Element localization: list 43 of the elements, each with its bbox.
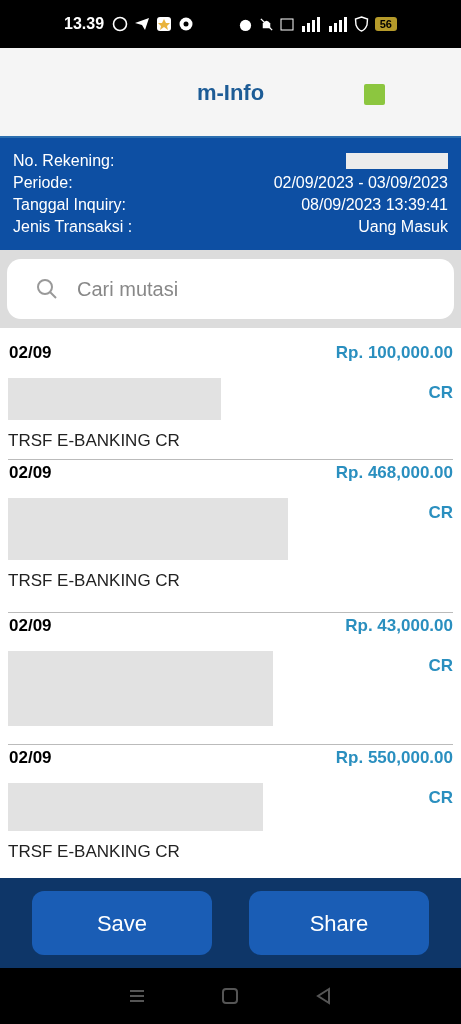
info-label: Tanggal Inquiry: <box>13 195 126 215</box>
transaction-amount: Rp. 468,000.00 <box>335 462 453 484</box>
transaction-description: TRSF E-BANKING CR <box>8 569 181 592</box>
transaction-item[interactable]: 02/09 Rp. 43,000.00 CR <box>8 613 453 745</box>
signal-icon <box>299 16 322 32</box>
transaction-amount: Rp. 43,000.00 <box>345 615 453 637</box>
transaction-description: TRSF E-BANKING CR <box>8 429 181 452</box>
home-icon[interactable] <box>221 987 240 1005</box>
menu-icon[interactable] <box>127 988 146 1004</box>
send-icon <box>134 16 151 32</box>
info-value: Uang Masuk <box>358 217 448 237</box>
action-button[interactable]: Share <box>249 891 429 955</box>
signal-icon <box>327 16 348 32</box>
transaction-type: CR <box>428 654 453 677</box>
search-field[interactable]: Cari mutasi <box>7 259 454 319</box>
shield-icon <box>353 16 369 32</box>
transaction-type: CR <box>428 501 453 524</box>
status-square <box>364 84 385 105</box>
info-label: No. Rekening: <box>13 151 115 171</box>
app-icon <box>156 16 173 32</box>
muted-bell-icon <box>258 16 274 32</box>
transaction-date: 02/09 <box>8 747 53 769</box>
info-value: 02/09/2023 - 03/09/2023 <box>273 173 448 193</box>
transaction-date: 02/09 <box>8 462 53 484</box>
transaction-date: 02/09 <box>8 342 53 364</box>
transaction-description: TRSF E-BANKING CR <box>8 840 181 863</box>
transaction-item[interactable]: 02/09 Rp. 468,000.00 CR TRSF E-BANKING CR <box>8 460 453 613</box>
status-time: 13.39 <box>64 14 105 34</box>
transaction-date: 02/09 <box>8 615 53 637</box>
battery-indicator: 56 <box>374 17 397 31</box>
info-value: 08/09/2023 13:39:41 <box>301 195 448 215</box>
transaction-item[interactable]: 02/09 Rp. 100,000.00 CR TRSF E-BANKING CR <box>8 340 453 460</box>
transaction-item[interactable]: 02/09 Rp. 550,000.00 CR TRSF E-BANKING CR <box>8 745 453 878</box>
info-label: Jenis Transaksi : <box>13 217 133 237</box>
transaction-type: CR <box>428 786 453 809</box>
transaction-amount: Rp. 100,000.00 <box>335 342 453 364</box>
browser-icon <box>178 16 195 32</box>
transaction-amount: Rp. 550,000.00 <box>335 747 453 769</box>
app-title: m-Info <box>196 78 265 107</box>
transaction-type: CR <box>428 381 453 404</box>
search-icon <box>35 277 59 301</box>
info-label: Periode: <box>13 173 73 193</box>
action-button[interactable]: Save <box>32 891 212 955</box>
